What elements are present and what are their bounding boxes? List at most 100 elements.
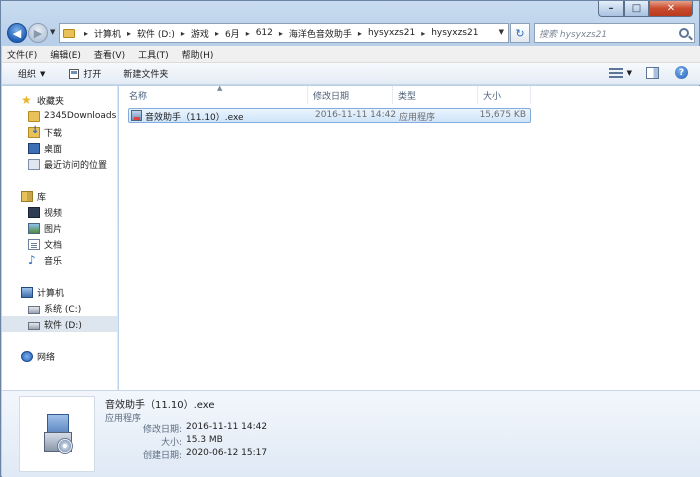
menu-file[interactable]: 文件(F) — [7, 48, 37, 61]
exe-icon — [131, 110, 142, 121]
open-icon — [69, 68, 80, 79]
open-button[interactable]: 打开 — [63, 65, 107, 83]
back-button[interactable]: ◀ — [7, 23, 27, 43]
nav-item-label: 系统 (C:) — [44, 304, 82, 315]
menu-help[interactable]: 帮助(H) — [182, 48, 214, 61]
menu-tools[interactable]: 工具(T) — [138, 48, 169, 61]
nav-item-label: 下载 — [44, 128, 63, 139]
nav-item-recent[interactable]: 最近访问的位置 — [2, 156, 118, 172]
column-type[interactable]: 类型 — [394, 86, 478, 104]
file-thumbnail — [19, 396, 95, 472]
nav-favorites-label: 收藏夹 — [37, 96, 65, 107]
chevron-right-icon[interactable]: ▸ — [84, 29, 88, 38]
nav-item-music[interactable]: ♪ 音乐 — [2, 252, 118, 268]
breadcrumb-june[interactable]: 6月 — [225, 27, 240, 40]
nav-item-2345downloads[interactable]: 2345Downloads — [2, 108, 118, 124]
recent-pages-dropdown[interactable]: ▼ — [50, 28, 55, 36]
forward-button[interactable]: ▶ — [28, 23, 48, 43]
file-size: 15,675 KB — [479, 110, 526, 120]
computer-icon — [21, 286, 33, 298]
file-type: 应用程序 — [399, 113, 436, 123]
breadcrumb-drive-d[interactable]: 软件 (D:) — [137, 27, 175, 40]
nav-item-desktop[interactable]: 桌面 — [2, 140, 118, 156]
document-icon — [28, 238, 40, 250]
address-bar[interactable]: ▸ 计算机 ▸ 软件 (D:) ▸ 游戏 ▸ 6月 ▸ 612 ▸ 海洋色音效助… — [59, 23, 509, 43]
maximize-button[interactable]: □ — [624, 1, 649, 17]
drive-icon — [28, 321, 40, 330]
nav-favorites[interactable]: ★ 收藏夹 — [2, 92, 118, 108]
column-size[interactable]: 大小 — [479, 86, 531, 104]
nav-network[interactable]: 网络 — [2, 348, 118, 364]
search-icon[interactable] — [679, 28, 689, 38]
breadcrumb-hysyxzs21-parent[interactable]: hysyxzs21 — [368, 28, 415, 38]
organize-button[interactable]: 组织 ▼ — [12, 65, 51, 83]
nav-item-label: 图片 — [44, 224, 63, 235]
preview-pane-icon[interactable] — [646, 66, 659, 79]
nav-network-label: 网络 — [37, 352, 56, 363]
nav-item-label: 桌面 — [44, 144, 63, 155]
help-icon[interactable]: ? — [675, 66, 688, 79]
details-pane: 音效助手（11.10）.exe 应用程序 修改日期: 2016-11-11 14… — [2, 390, 700, 477]
new-folder-button[interactable]: 新建文件夹 — [117, 65, 174, 83]
breadcrumb-games[interactable]: 游戏 — [191, 27, 209, 40]
menu-bar: 文件(F) 编辑(E) 查看(V) 工具(T) 帮助(H) — [2, 46, 700, 63]
nav-item-downloads[interactable]: 下载 — [2, 124, 118, 140]
breadcrumb-hysyxzs21[interactable]: hysyxzs21 — [431, 28, 478, 38]
column-modified[interactable]: 修改日期 — [309, 86, 393, 104]
address-dropdown-icon[interactable]: ▼ — [499, 28, 504, 36]
chevron-right-icon[interactable]: ▸ — [127, 29, 131, 38]
chevron-right-icon[interactable]: ▸ — [181, 29, 185, 38]
search-input[interactable]: 搜索 hysyxzs21 — [539, 27, 607, 40]
nav-item-pictures[interactable]: 图片 — [2, 220, 118, 236]
chevron-right-icon[interactable]: ▸ — [215, 29, 219, 38]
sort-up-icon: ▲ — [217, 84, 223, 92]
nav-libraries[interactable]: 库 — [2, 188, 118, 204]
details-size-label: 大小: — [160, 438, 182, 448]
details-created-label: 创建日期: — [142, 451, 182, 461]
video-icon — [28, 206, 40, 218]
view-options-icon[interactable] — [608, 67, 623, 79]
nav-item-label: 2345Downloads — [44, 111, 117, 121]
chevron-right-icon[interactable]: ▸ — [358, 29, 362, 38]
nav-item-label: 音乐 — [44, 256, 63, 267]
picture-icon — [28, 222, 40, 234]
chevron-right-icon[interactable]: ▸ — [421, 29, 425, 38]
nav-item-label: 最近访问的位置 — [44, 160, 108, 171]
nav-item-label: 文档 — [44, 240, 63, 251]
desktop-icon — [28, 142, 40, 154]
drive-icon — [28, 305, 40, 314]
details-modified-label: 修改日期: — [142, 425, 182, 435]
network-icon — [21, 350, 33, 362]
nav-item-label: 软件 (D:) — [44, 320, 82, 331]
nav-computer[interactable]: 计算机 — [2, 284, 118, 300]
menu-view[interactable]: 查看(V) — [94, 48, 125, 61]
column-name[interactable]: 名称 ▲ — [125, 84, 308, 104]
menu-edit[interactable]: 编辑(E) — [50, 48, 81, 61]
chevron-right-icon[interactable]: ▸ — [279, 29, 283, 38]
nav-item-videos[interactable]: 视频 — [2, 204, 118, 220]
chevron-down-icon[interactable]: ▼ — [627, 69, 632, 77]
refresh-icon: ↻ — [515, 26, 525, 40]
toolbar-right: ▼ ? — [608, 66, 688, 79]
details-modified-value: 2016-11-11 14:42 — [186, 422, 268, 432]
file-row[interactable]: 音效助手（11.10）.exe 2016-11-11 14:42 应用程序 15… — [128, 108, 531, 123]
nav-item-documents[interactable]: 文档 — [2, 236, 118, 252]
search-box[interactable]: 搜索 hysyxzs21 — [534, 23, 695, 43]
file-name: 音效助手（11.10）.exe — [145, 113, 244, 123]
column-size-label: 大小 — [483, 91, 502, 102]
breadcrumb-612[interactable]: 612 — [256, 28, 273, 38]
music-icon: ♪ — [28, 252, 36, 267]
breadcrumb-app-folder[interactable]: 海洋色音效助手 — [289, 27, 352, 40]
minimize-button[interactable]: – — [598, 1, 624, 17]
organize-label: 组织 — [18, 70, 37, 80]
nav-item-drive-c[interactable]: 系统 (C:) — [2, 300, 118, 316]
refresh-button[interactable]: ↻ — [510, 23, 530, 43]
chevron-right-icon[interactable]: ▸ — [246, 29, 250, 38]
column-modified-label: 修改日期 — [313, 91, 350, 102]
breadcrumb-computer[interactable]: 计算机 — [94, 27, 121, 40]
close-button[interactable]: ✕ — [649, 1, 693, 17]
nav-computer-label: 计算机 — [37, 288, 65, 299]
column-type-label: 类型 — [398, 91, 417, 102]
arrow-right-icon: ▶ — [33, 26, 43, 40]
nav-item-drive-d[interactable]: 软件 (D:) — [2, 316, 118, 332]
